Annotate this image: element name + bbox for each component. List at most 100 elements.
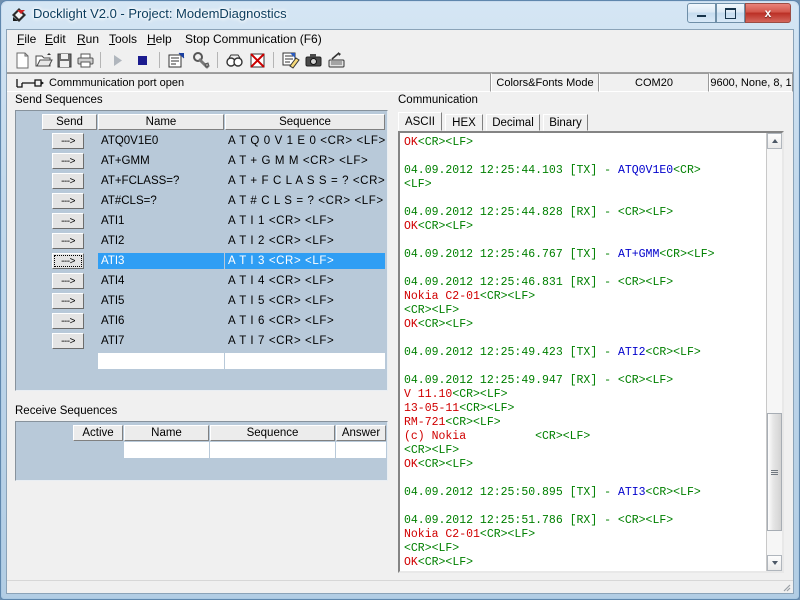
tab-decimal[interactable]: Decimal — [486, 114, 540, 131]
scrollbar-thumb[interactable] — [767, 413, 782, 531]
scroll-up-icon[interactable] — [767, 133, 782, 149]
menu-file[interactable]: File — [15, 32, 38, 46]
receive-sequences-grid[interactable]: Active Name Sequence Answer — [15, 421, 388, 481]
start-communication-icon[interactable] — [108, 51, 127, 70]
send-cell-sequence-11[interactable] — [225, 353, 385, 369]
log-segment: <CR><LF> — [452, 388, 508, 401]
tab-binary[interactable]: Binary — [543, 114, 588, 131]
send-button-row-8[interactable]: ---> — [52, 293, 84, 309]
log-line: OK<CR><LF> — [404, 556, 764, 569]
clear-communication-icon[interactable] — [248, 51, 267, 70]
send-cell-sequence-4[interactable]: A T I 1 <CR> <LF> — [225, 213, 385, 229]
keyboard-console-icon[interactable] — [327, 51, 346, 70]
log-line: 13-05-11<CR><LF> — [404, 402, 764, 416]
resize-grip-icon[interactable] — [781, 582, 791, 592]
send-cell-name-10[interactable]: ATI7 — [98, 333, 224, 349]
send-button-row-2[interactable]: ---> — [52, 173, 84, 189]
menu-run[interactable]: Run — [75, 32, 101, 46]
new-file-icon[interactable] — [13, 51, 32, 70]
send-cell-name-0[interactable]: ATQ0V1E0 — [98, 133, 224, 149]
send-button-row-3[interactable]: ---> — [52, 193, 84, 209]
send-cell-name-9[interactable]: ATI6 — [98, 313, 224, 329]
menu-edit[interactable]: Edit — [43, 32, 68, 46]
send-button-row-4[interactable]: ---> — [52, 213, 84, 229]
send-cell-sequence-10[interactable]: A T I 7 <CR> <LF> — [225, 333, 385, 349]
communication-scrollbar[interactable] — [766, 133, 782, 571]
log-line: 04.09.2012 12:25:46.831 [RX] - <CR><LF> — [404, 276, 764, 290]
recv-column-header-name[interactable]: Name — [124, 425, 209, 441]
edit-log-icon[interactable] — [281, 51, 300, 70]
log-line: 04.09.2012 12:25:44.828 [RX] - <CR><LF> — [404, 206, 764, 220]
tab-hex[interactable]: HEX — [445, 114, 483, 131]
recv-cell-name[interactable] — [124, 442, 209, 458]
send-cell-name-2[interactable]: AT+FCLASS=? — [98, 173, 224, 189]
send-column-header-sequence[interactable]: Sequence — [225, 114, 385, 130]
send-cell-name-8[interactable]: ATI5 — [98, 293, 224, 309]
menu-bar: File Edit Run Tools Help Stop Communicat… — [7, 30, 793, 50]
send-cell-name-11[interactable] — [98, 353, 224, 369]
send-button-row-0[interactable]: ---> — [52, 133, 84, 149]
log-line: 04.09.2012 12:25:44.103 [TX] - ATQ0V1E0<… — [404, 164, 764, 178]
recv-column-header-answer[interactable]: Answer — [336, 425, 386, 441]
com-port-field[interactable]: COM20 — [599, 73, 709, 92]
send-button-row-6[interactable]: ---> — [52, 253, 84, 269]
send-cell-sequence-1[interactable]: A T + G M M <CR> <LF> — [225, 153, 385, 169]
docklight-logo-icon — [12, 8, 26, 22]
log-line: 04.09.2012 12:25:51.786 [RX] - <CR><LF> — [404, 514, 764, 528]
stop-communication-icon[interactable] — [133, 51, 152, 70]
send-cell-name-3[interactable]: AT#CLS=? — [98, 193, 224, 209]
send-column-header-send[interactable]: Send — [42, 114, 97, 130]
toolbar — [7, 49, 793, 73]
menu-stop-communication[interactable]: Stop Communication (F6) — [183, 32, 324, 46]
communication-settings-icon[interactable] — [192, 51, 211, 70]
maximize-button[interactable] — [716, 3, 745, 23]
menu-tools[interactable]: Tools — [107, 32, 139, 46]
send-cell-sequence-5[interactable]: A T I 2 <CR> <LF> — [225, 233, 385, 249]
send-cell-sequence-2[interactable]: A T + F C L A S S = ? <CR> <LF> — [225, 173, 385, 189]
open-file-icon[interactable] — [34, 51, 53, 70]
scroll-down-icon[interactable] — [767, 555, 782, 571]
find-icon[interactable] — [225, 51, 244, 70]
snapshot-icon[interactable] — [304, 51, 323, 70]
menu-help[interactable]: Help — [145, 32, 174, 46]
log-segment: 04.09.2012 12:25:46.767 [TX] - — [404, 248, 618, 261]
send-cell-name-1[interactable]: AT+GMM — [98, 153, 224, 169]
print-icon[interactable] — [76, 51, 95, 70]
send-column-header-name[interactable]: Name — [98, 114, 224, 130]
communication-terminal[interactable]: OK<CR><LF> 04.09.2012 12:25:44.103 [TX] … — [398, 131, 784, 573]
send-cell-sequence-3[interactable]: A T # C L S = ? <CR> <LF> — [225, 193, 385, 209]
log-segment: 04.09.2012 12:25:49.947 [RX] - <CR><LF> — [404, 374, 674, 387]
close-button[interactable]: x — [745, 3, 791, 23]
project-settings-icon[interactable] — [167, 51, 186, 70]
log-segment: (c) Nokia — [404, 430, 536, 443]
port-status-text: Commmunication port open — [49, 76, 185, 89]
send-button-row-7[interactable]: ---> — [52, 273, 84, 289]
send-button-row-5[interactable]: ---> — [52, 233, 84, 249]
send-cell-name-5[interactable]: ATI2 — [98, 233, 224, 249]
recv-column-header-active[interactable]: Active — [73, 425, 123, 441]
send-button-row-10[interactable]: ---> — [52, 333, 84, 349]
send-sequences-grid[interactable]: Send Name Sequence ---> ATQ0V1E0 A T Q 0 V… — [15, 110, 388, 391]
send-cell-sequence-6[interactable]: A T I 3 <CR> <LF> — [225, 253, 385, 269]
send-cell-name-7[interactable]: ATI4 — [98, 273, 224, 289]
minimize-button[interactable] — [687, 3, 716, 23]
serial-params-field[interactable]: 9600, None, 8, 1 — [709, 73, 793, 92]
colors-fonts-mode-field[interactable]: Colors&Fonts Mode — [491, 73, 599, 92]
log-segment: <CR><LF> — [404, 542, 460, 555]
send-cell-sequence-0[interactable]: A T Q 0 V 1 E 0 <CR> <LF> — [225, 133, 385, 149]
recv-cell-answer[interactable] — [336, 442, 386, 458]
save-file-icon[interactable] — [55, 51, 74, 70]
send-cell-sequence-7[interactable]: A T I 4 <CR> <LF> — [225, 273, 385, 289]
send-cell-name-6[interactable]: ATI3 — [98, 253, 224, 269]
log-segment: OK — [404, 136, 418, 149]
send-cell-sequence-9[interactable]: A T I 6 <CR> <LF> — [225, 313, 385, 329]
tab-ascii[interactable]: ASCII — [398, 112, 442, 131]
recv-cell-sequence[interactable] — [210, 442, 335, 458]
send-button-row-1[interactable]: ---> — [52, 153, 84, 169]
recv-column-header-sequence[interactable]: Sequence — [210, 425, 335, 441]
serial-plug-icon — [16, 79, 44, 88]
send-cell-sequence-8[interactable]: A T I 5 <CR> <LF> — [225, 293, 385, 309]
title-bar[interactable]: Docklight V2.0 - Project: ModemDiagnosti… — [1, 1, 799, 29]
send-button-row-9[interactable]: ---> — [52, 313, 84, 329]
send-cell-name-4[interactable]: ATI1 — [98, 213, 224, 229]
